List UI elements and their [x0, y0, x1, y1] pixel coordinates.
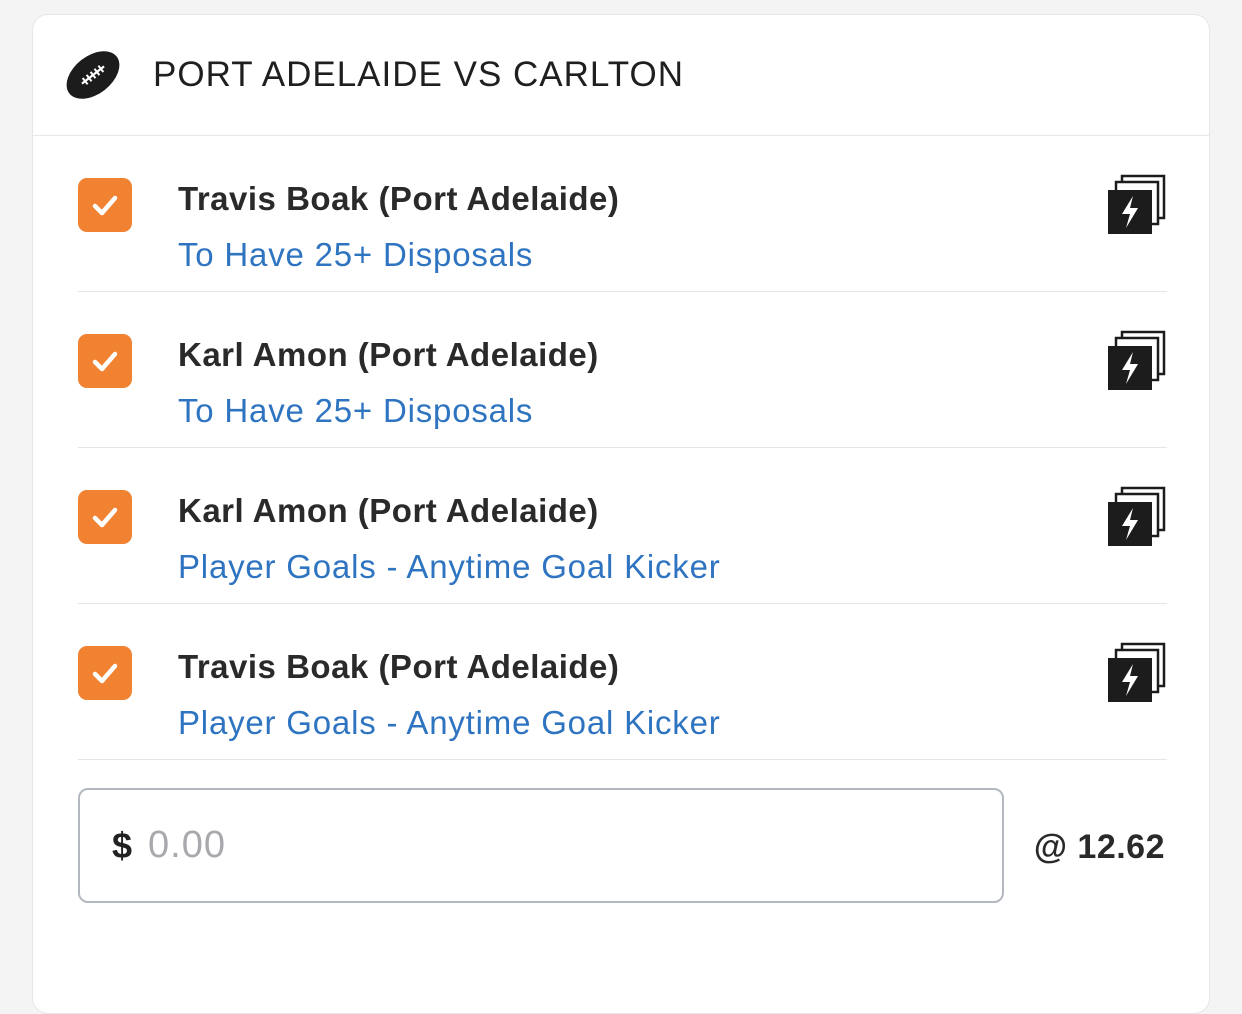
legs-list: Travis Boak (Port Adelaide) To Have 25+ …	[78, 136, 1167, 930]
bet-card: PORT ADELAIDE VS CARLTON Travis Boak (Po…	[32, 14, 1210, 1014]
leg-item: Travis Boak (Port Adelaide) To Have 25+ …	[78, 136, 1167, 292]
match-header: PORT ADELAIDE VS CARLTON	[33, 15, 1209, 136]
checkmark-icon	[92, 351, 118, 372]
same-game-multi-icon[interactable]	[1105, 486, 1167, 548]
leg-checkbox[interactable]	[78, 178, 132, 232]
stake-row: $ @ 12.62	[78, 760, 1167, 930]
leg-selection-name: Travis Boak (Port Adelaide)	[178, 180, 620, 217]
checkmark-icon	[92, 663, 118, 684]
leg-checkbox[interactable]	[78, 334, 132, 388]
same-game-multi-icon[interactable]	[1105, 330, 1167, 392]
same-game-multi-icon[interactable]	[1105, 174, 1167, 236]
leg-item: Karl Amon (Port Adelaide) Player Goals -…	[78, 448, 1167, 604]
checkmark-icon	[92, 507, 118, 528]
stake-field[interactable]: $	[78, 788, 1004, 903]
same-game-multi-icon[interactable]	[1105, 642, 1167, 704]
leg-market-link[interactable]: Player Goals - Anytime Goal Kicker	[178, 704, 721, 742]
leg-market-link[interactable]: To Have 25+ Disposals	[178, 236, 533, 274]
leg-selection-name: Karl Amon (Port Adelaide)	[178, 492, 599, 529]
leg-market-link[interactable]: To Have 25+ Disposals	[178, 392, 533, 430]
stake-input[interactable]	[146, 823, 851, 868]
leg-market-link[interactable]: Player Goals - Anytime Goal Kicker	[178, 548, 721, 586]
match-title: PORT ADELAIDE VS CARLTON	[153, 55, 685, 94]
leg-item: Travis Boak (Port Adelaide) Player Goals…	[78, 604, 1167, 760]
checkmark-icon	[92, 195, 118, 216]
football-icon	[61, 43, 125, 107]
leg-selection-name: Karl Amon (Port Adelaide)	[178, 336, 599, 373]
currency-symbol: $	[112, 824, 133, 866]
leg-item: Karl Amon (Port Adelaide) To Have 25+ Di…	[78, 292, 1167, 448]
leg-selection-name: Travis Boak (Port Adelaide)	[178, 648, 620, 685]
leg-checkbox[interactable]	[78, 490, 132, 544]
leg-checkbox[interactable]	[78, 646, 132, 700]
combined-odds: @ 12.62	[1033, 828, 1165, 866]
